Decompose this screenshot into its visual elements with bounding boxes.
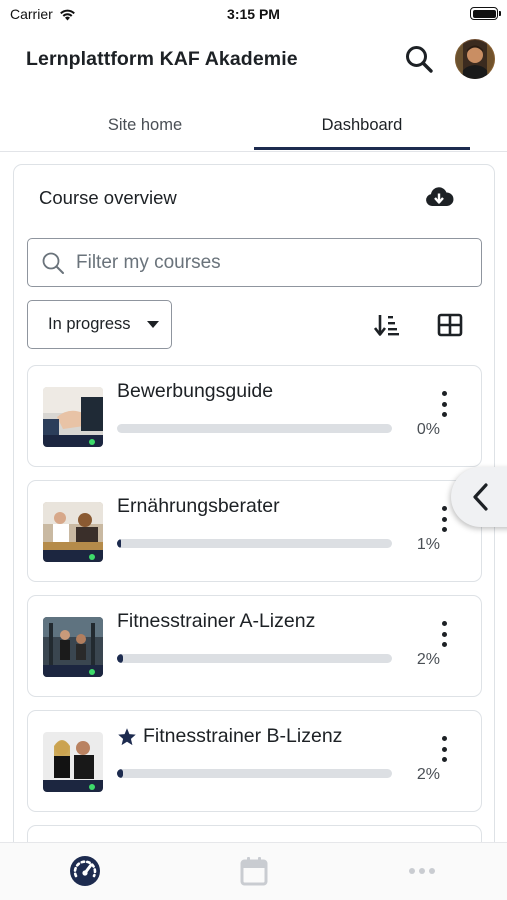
- progress-bar: [117, 654, 392, 663]
- search-icon: [406, 46, 433, 73]
- progress-bar: [117, 424, 392, 433]
- progress-fill: [117, 769, 123, 778]
- calendar-icon: [240, 857, 268, 886]
- tab-more[interactable]: [402, 853, 442, 889]
- course-actions-button[interactable]: [433, 733, 455, 765]
- sort-button[interactable]: [372, 310, 402, 340]
- chevron-left-icon: [473, 483, 488, 511]
- avatar-photo-icon: [455, 39, 495, 79]
- course-image: [43, 502, 103, 562]
- search-icon: [42, 252, 64, 274]
- tab-site-home[interactable]: Site home: [36, 100, 254, 150]
- course-actions-button[interactable]: [433, 388, 455, 420]
- navigation-tabs: Site home Dashboard: [0, 100, 507, 152]
- site-title: Lernplattform KAF Akademie: [26, 48, 298, 70]
- status-bar: Carrier 3:15 PM: [0, 0, 507, 28]
- filter-box: [27, 238, 482, 287]
- progress-fill: [117, 539, 121, 548]
- cloud-download-icon: [426, 187, 454, 206]
- course-title[interactable]: Fitnesstrainer A-Lizenz: [117, 610, 315, 633]
- progress-fill: [117, 654, 123, 663]
- course-actions-button[interactable]: [433, 503, 455, 535]
- progress-bar: [117, 769, 392, 778]
- tab-dashboard[interactable]: Dashboard: [254, 100, 470, 150]
- grouping-dropdown[interactable]: In progress: [27, 300, 172, 349]
- block-drawer-toggle[interactable]: [451, 467, 507, 527]
- course-image: [43, 387, 103, 447]
- more-icon: [409, 868, 435, 874]
- course-name[interactable]: Ernährungsberater: [117, 495, 280, 518]
- view-mode-button[interactable]: [434, 310, 466, 340]
- progress-percent: 2%: [416, 766, 440, 783]
- search-button[interactable]: [402, 42, 436, 76]
- course-item[interactable]: Ernährungsberater 1%: [27, 480, 482, 582]
- active-tab-indicator: [254, 147, 470, 150]
- progress-percent: 0%: [416, 421, 440, 438]
- course-thumbnail-icon: [43, 617, 103, 677]
- progress-percent: 1%: [416, 536, 440, 553]
- course-title[interactable]: Bewerbungsguide: [117, 380, 273, 403]
- tab-calendar[interactable]: [234, 853, 274, 889]
- course-name[interactable]: Bewerbungsguide: [117, 380, 273, 403]
- course-overview-block: Course overview In progress: [13, 164, 495, 900]
- course-item[interactable]: Fitnesstrainer B-Lizenz 2%: [27, 710, 482, 812]
- sort-icon: [374, 315, 399, 336]
- star-icon: [118, 727, 136, 745]
- user-avatar[interactable]: [455, 39, 495, 79]
- progress-bar: [117, 539, 392, 548]
- clock: 3:15 PM: [227, 6, 280, 22]
- course-actions-button[interactable]: [433, 618, 455, 650]
- course-thumbnail-icon: [43, 732, 103, 792]
- tab-dashboard-bottom[interactable]: [65, 853, 105, 889]
- bottom-tab-bar: [0, 842, 507, 900]
- course-thumbnail-icon: [43, 387, 103, 447]
- course-title[interactable]: Fitnesstrainer B-Lizenz: [143, 725, 342, 748]
- course-name[interactable]: Fitnesstrainer B-Lizenz: [117, 725, 342, 748]
- course-name[interactable]: Fitnesstrainer A-Lizenz: [117, 610, 315, 633]
- app-header: Lernplattform KAF Akademie: [0, 36, 507, 84]
- course-image: [43, 732, 103, 792]
- course-image: [43, 617, 103, 677]
- block-title: Course overview: [39, 187, 177, 208]
- battery-icon: [470, 7, 501, 20]
- course-thumbnail-icon: [43, 502, 103, 562]
- filter-courses-input[interactable]: [76, 239, 471, 286]
- progress-percent: 2%: [416, 651, 440, 668]
- course-title[interactable]: Ernährungsberater: [117, 495, 280, 518]
- course-item[interactable]: Fitnesstrainer A-Lizenz 2%: [27, 595, 482, 697]
- course-item[interactable]: Bewerbungsguide 0%: [27, 365, 482, 467]
- caret-down-icon: [147, 321, 159, 328]
- grouping-selected-label: In progress: [48, 315, 131, 333]
- download-button[interactable]: [422, 182, 456, 212]
- grid-view-icon: [437, 313, 463, 337]
- dashboard-gauge-icon: [70, 856, 100, 886]
